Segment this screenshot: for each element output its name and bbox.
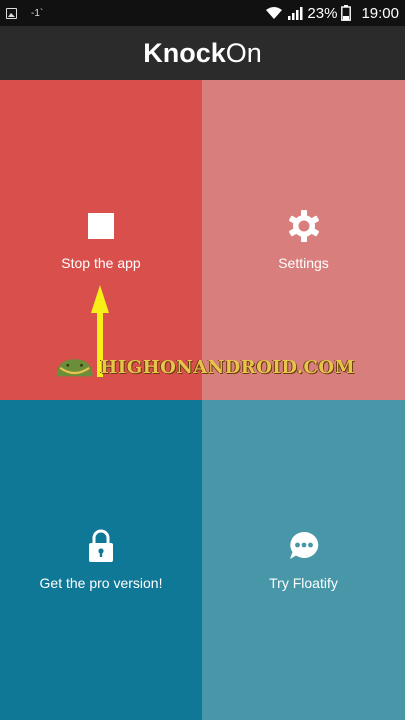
- chat-bubble-icon: [287, 529, 321, 563]
- clock: 19:00: [361, 4, 399, 22]
- floatify-label: Try Floatify: [269, 575, 338, 591]
- floatify-tile[interactable]: Try Floatify: [202, 400, 405, 720]
- battery-percent: 23%: [307, 4, 338, 22]
- signal-icon: [288, 7, 303, 20]
- app-bar: Knock On: [0, 26, 405, 80]
- watermark-text: HIGHONANDROID.COM: [100, 356, 355, 378]
- battery-icon: [341, 5, 352, 21]
- pro-version-tile[interactable]: Get the pro version!: [0, 400, 202, 720]
- pro-version-label: Get the pro version!: [39, 575, 163, 591]
- app-title-bold: Knock: [143, 37, 226, 68]
- tile-grid: Stop the app Settings Get the pro versio…: [0, 80, 405, 720]
- gear-icon: [287, 209, 321, 243]
- stop-icon: [84, 209, 118, 243]
- notification-label: -1`: [31, 7, 44, 19]
- app-title-light: On: [225, 37, 262, 68]
- image-notification-icon: [6, 7, 17, 19]
- watermark: HIGHONANDROID.COM: [55, 350, 355, 384]
- lock-icon: [84, 529, 118, 563]
- status-bar: -1` 23% 19:00: [0, 0, 405, 26]
- android-logo-icon: [56, 359, 93, 377]
- stop-app-label: Stop the app: [61, 255, 141, 271]
- settings-label: Settings: [278, 255, 329, 271]
- wifi-icon: [266, 7, 283, 19]
